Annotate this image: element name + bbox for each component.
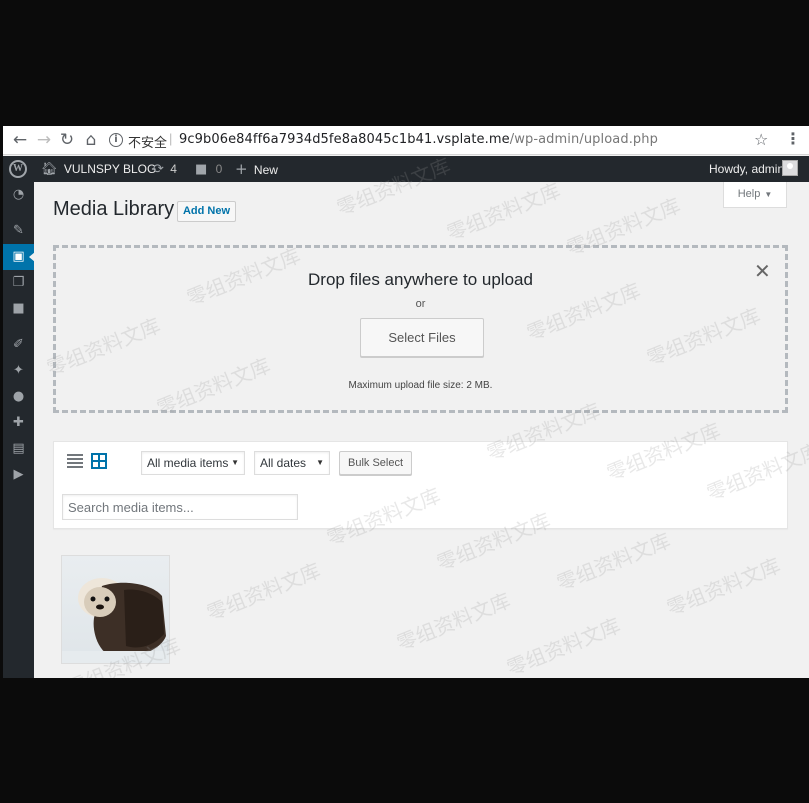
- browser-menu-icon[interactable]: ⋮: [785, 129, 801, 148]
- list-view-icon[interactable]: [67, 453, 83, 469]
- url-host: 9c9b06e84ff6a7934d5fe8a8045c1b41.vsplate…: [179, 132, 510, 147]
- address-bar[interactable]: i 不安全 | 9c9b06e84ff6a7934d5fe8a8045c1b41…: [103, 129, 779, 152]
- otter-image: [62, 556, 169, 663]
- updates-count: 4: [170, 162, 177, 176]
- url-text[interactable]: 9c9b06e84ff6a7934d5fe8a8045c1b41.vsplate…: [179, 132, 658, 147]
- grid-view-icon[interactable]: [91, 453, 107, 469]
- max-upload-size-text: Maximum upload file size: 2 MB.: [348, 380, 493, 391]
- plus-icon: +: [235, 160, 248, 178]
- howdy-user-link[interactable]: Howdy, admin: [709, 156, 784, 182]
- bookmark-star-icon[interactable]: ☆: [754, 130, 768, 149]
- browser-window: ← → ↻ ⌂ i 不安全 | 9c9b06e84ff6a7934d5fe8a8…: [3, 126, 809, 678]
- back-arrow-icon[interactable]: ←: [10, 130, 30, 150]
- media-type-value: All media items: [147, 456, 229, 470]
- insecure-label: 不安全: [128, 136, 168, 151]
- reload-icon[interactable]: ↻: [57, 130, 77, 150]
- wordpress-logo-icon[interactable]: W: [9, 160, 27, 178]
- site-name-link[interactable]: 🏠︎ VULNSPY BLOG: [41, 156, 156, 182]
- users-icon[interactable]: ●: [3, 384, 34, 410]
- avatar[interactable]: [782, 160, 798, 176]
- play-circle-icon[interactable]: ▶: [3, 462, 34, 488]
- date-filter-value: All dates: [260, 456, 307, 470]
- posts-pin-icon[interactable]: ✎: [3, 218, 34, 244]
- chevron-down-icon: ▼: [231, 458, 239, 467]
- comments-count: 0: [215, 162, 223, 176]
- media-icon[interactable]: ▣: [3, 244, 35, 270]
- bulk-select-button[interactable]: Bulk Select: [339, 451, 412, 475]
- comment-icon: ■: [195, 162, 208, 177]
- site-name: VULNSPY BLOG: [63, 162, 157, 176]
- pages-icon[interactable]: ❐: [3, 270, 34, 296]
- search-input[interactable]: [62, 494, 298, 520]
- updates-icon: ⟳: [153, 162, 164, 177]
- media-toolbar: All media items ▼ All dates ▼ Bulk Selec…: [53, 441, 788, 529]
- updates-link[interactable]: ⟳ 4: [153, 156, 177, 182]
- chevron-down-icon: ▼: [316, 458, 324, 467]
- info-icon[interactable]: i: [109, 133, 123, 147]
- appearance-brush-icon[interactable]: ✐: [3, 332, 34, 358]
- home-icon: 🏠︎: [41, 162, 58, 177]
- upload-drop-zone[interactable]: ✕ Drop files anywhere to upload or Selec…: [53, 245, 788, 413]
- drop-or-text: or: [415, 298, 426, 310]
- url-separator: |: [169, 131, 173, 146]
- dashboard-icon[interactable]: ◔: [3, 182, 34, 208]
- comments-icon[interactable]: ■: [3, 296, 34, 322]
- plugins-icon[interactable]: ✦: [3, 358, 34, 384]
- date-filter[interactable]: All dates ▼: [254, 451, 330, 475]
- wp-admin-bar: W 🏠︎ VULNSPY BLOG ⟳ 4 ■ 0 + New Howdy, a…: [3, 156, 809, 182]
- chevron-down-icon: ▼: [764, 190, 773, 199]
- add-new-button[interactable]: Add New: [177, 201, 236, 222]
- forward-arrow-icon[interactable]: →: [34, 130, 54, 150]
- page-title: Media Library: [53, 198, 175, 220]
- new-label: New: [253, 163, 278, 177]
- select-files-button[interactable]: Select Files: [360, 318, 484, 357]
- settings-icon[interactable]: ▤: [3, 436, 34, 462]
- url-path: /wp-admin/upload.php: [509, 132, 658, 147]
- comments-link[interactable]: ■ 0: [195, 156, 222, 182]
- browser-toolbar: ← → ↻ ⌂ i 不安全 | 9c9b06e84ff6a7934d5fe8a8…: [3, 126, 809, 155]
- media-type-filter[interactable]: All media items ▼: [141, 451, 245, 475]
- drop-title: Drop files anywhere to upload: [308, 270, 533, 289]
- howdy-text: Howdy, admin: [709, 162, 785, 176]
- main-content: Media Library Add New Help ▼ ✕ Drop files…: [34, 182, 809, 678]
- new-content-link[interactable]: + New: [235, 156, 278, 182]
- help-label: Help: [737, 188, 761, 200]
- help-tab-button[interactable]: Help ▼: [723, 182, 787, 208]
- media-attachment-thumbnail[interactable]: [61, 555, 170, 664]
- admin-sidebar: ◔ ✎ ▣ ❐ ■ ✐ ✦ ● ✚ ▤ ▶: [3, 182, 35, 678]
- home-icon[interactable]: ⌂: [81, 130, 101, 150]
- tools-wrench-icon[interactable]: ✚: [3, 410, 34, 436]
